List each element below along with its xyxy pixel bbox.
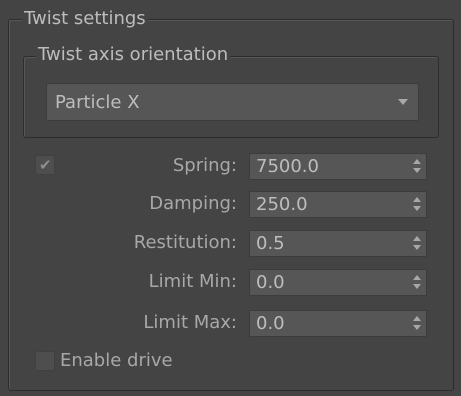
restitution-value[interactable]: 0.5 [256, 234, 285, 254]
damping-value[interactable]: 250.0 [256, 195, 308, 215]
damping-label: Damping: [149, 193, 237, 214]
restitution-spinner[interactable]: 0.5 [249, 230, 427, 257]
spring-spinner[interactable]: 7500.0 [249, 153, 427, 180]
spring-enable-checkbox[interactable]: ✔ [35, 155, 55, 175]
enable-drive-checkbox[interactable] [35, 351, 55, 371]
spin-down-icon[interactable] [412, 244, 422, 254]
spin-up-icon[interactable] [412, 195, 422, 205]
spring-label: Spring: [172, 155, 237, 176]
spin-down-icon[interactable] [412, 283, 422, 293]
limit-max-label: Limit Max: [143, 312, 237, 333]
limit-min-label: Limit Min: [148, 271, 237, 292]
dropdown-selected-value: Particle X [55, 92, 140, 113]
twist-axis-orientation-title: Twist axis orientation [36, 44, 231, 65]
twist-settings-title: Twist settings [22, 8, 148, 29]
damping-spinner[interactable]: 250.0 [249, 191, 427, 218]
spin-up-icon[interactable] [412, 157, 422, 167]
limit-min-spinner[interactable]: 0.0 [249, 269, 427, 296]
spin-down-icon[interactable] [412, 167, 422, 177]
spin-up-icon[interactable] [412, 314, 422, 324]
spin-up-icon[interactable] [412, 234, 422, 244]
limit-max-value[interactable]: 0.0 [256, 314, 285, 334]
spin-down-icon[interactable] [412, 205, 422, 215]
limit-max-spinner[interactable]: 0.0 [249, 310, 427, 337]
limit-min-value[interactable]: 0.0 [256, 273, 285, 293]
twist-settings-panel: Twist settings Twist axis orientation Pa… [0, 0, 461, 396]
spin-down-icon[interactable] [412, 324, 422, 334]
checkmark-icon: ✔ [39, 156, 52, 174]
chevron-down-icon[interactable] [398, 99, 408, 105]
spring-value[interactable]: 7500.0 [256, 157, 319, 177]
restitution-label: Restitution: [133, 232, 237, 253]
spin-up-icon[interactable] [412, 273, 422, 283]
enable-drive-label[interactable]: Enable drive [60, 351, 173, 371]
twist-axis-orientation-dropdown[interactable]: Particle X [46, 83, 419, 121]
